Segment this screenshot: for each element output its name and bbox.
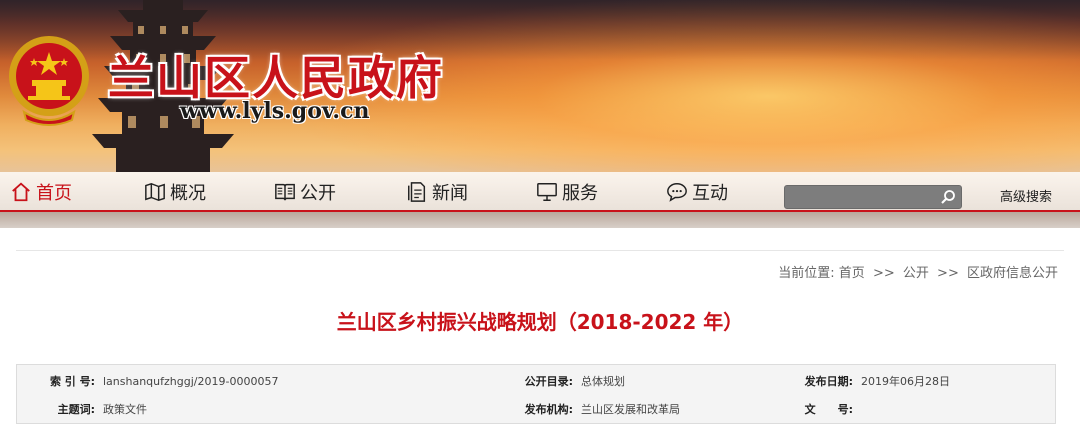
meta-docno: 文 号: <box>787 399 861 419</box>
breadcrumb-prefix: 当前位置: <box>778 266 835 281</box>
breadcrumb-separator: >> <box>872 266 895 281</box>
nav-label-overview: 概况 <box>170 183 206 204</box>
nav-item-overview[interactable]: 概况 <box>144 172 206 212</box>
breadcrumb: 当前位置: 首页 >> 公开 >> 区政府信息公开 <box>778 262 1058 281</box>
meta-org-value: 兰山区发展和改革局 <box>581 403 680 416</box>
nav-item-news[interactable]: 新闻 <box>406 172 468 212</box>
nav-item-interact[interactable]: 互动 <box>666 172 728 212</box>
document-icon <box>408 182 426 202</box>
national-emblem-icon <box>9 36 89 126</box>
breadcrumb-separator: >> <box>937 266 959 281</box>
meta-topic-value: 政策文件 <box>103 403 147 416</box>
meta-catalog-value: 总体规划 <box>581 375 625 388</box>
monitor-icon <box>537 183 557 201</box>
content-divider <box>16 250 1064 251</box>
nav-label-home: 首页 <box>36 183 72 204</box>
meta-docno-label: 文 号: <box>804 403 853 416</box>
meta-catalog-label: 公开目录: <box>524 375 573 388</box>
search-box <box>784 185 962 209</box>
breadcrumb-item-home[interactable]: 首页 <box>839 266 865 281</box>
meta-date-value: 2019年06月28日 <box>861 375 950 388</box>
book-icon <box>275 183 295 201</box>
meta-index-value: lanshanqufzhggj/2019-0000057 <box>103 374 279 388</box>
article-title: 兰山区乡村振兴战略规划（2018-2022 年） <box>336 310 744 334</box>
meta-index-label: 索 引 号: <box>49 375 95 388</box>
nav-item-public[interactable]: 公开 <box>274 172 336 212</box>
search-input[interactable] <box>785 187 947 207</box>
meta-topic: 主题词: 政策文件 <box>27 399 147 419</box>
nav-label-public: 公开 <box>300 183 336 204</box>
site-header: 兰山区人民政府 www.lyls.gov.cn 首页 概况 公开 新闻 服务 互… <box>0 0 1080 228</box>
home-icon <box>12 182 30 202</box>
search-icon[interactable] <box>939 188 957 206</box>
nav-label-interact: 互动 <box>692 183 728 204</box>
document-metadata: 索 引 号: lanshanqufzhggj/2019-0000057 公开目录… <box>16 364 1056 424</box>
nav-item-home[interactable]: 首页 <box>10 172 72 212</box>
nav-label-services: 服务 <box>562 183 598 204</box>
nav-item-services[interactable]: 服务 <box>536 172 598 212</box>
nav-label-news: 新闻 <box>432 183 468 204</box>
advanced-search-link[interactable]: 高级搜索 <box>1000 186 1052 205</box>
meta-date-label: 发布日期: <box>804 375 853 388</box>
meta-catalog: 公开目录: 总体规划 <box>507 371 625 391</box>
meta-topic-label: 主题词: <box>57 403 95 416</box>
meta-date: 发布日期: 2019年06月28日 <box>787 371 950 391</box>
meta-org: 发布机构: 兰山区发展和改革局 <box>507 399 680 419</box>
chat-icon <box>667 183 687 202</box>
meta-org-label: 发布机构: <box>524 403 573 416</box>
site-url[interactable]: www.lyls.gov.cn <box>180 98 369 124</box>
breadcrumb-item-info[interactable]: 区政府信息公开 <box>967 266 1058 281</box>
meta-index: 索 引 号: lanshanqufzhggj/2019-0000057 <box>27 371 279 391</box>
breadcrumb-item-public[interactable]: 公开 <box>903 266 929 281</box>
map-icon <box>145 182 165 202</box>
header-footer-strip <box>0 212 1080 228</box>
